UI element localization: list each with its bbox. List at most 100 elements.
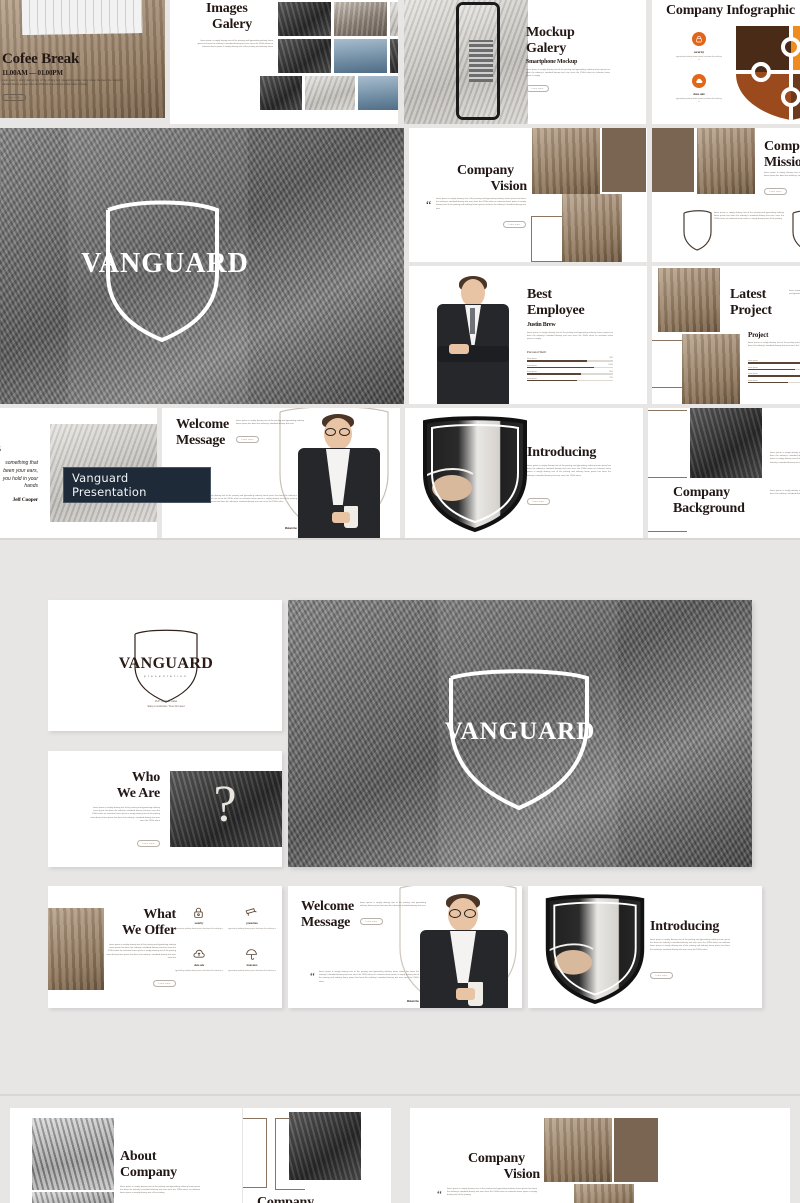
skill-track	[748, 381, 800, 384]
slide-logo[interactable]: VANGUARD presentation 16.9" (16:9) 12 sl…	[48, 600, 282, 731]
feature-1-text: typesetting industry lorem ipsum has bee…	[175, 928, 223, 930]
section-divider-2	[0, 1094, 800, 1096]
company-vision-lower-title-line1: Company	[468, 1151, 525, 1166]
company-mission-learn-more-button[interactable]: Learn more	[764, 188, 787, 195]
project-photo-1	[658, 268, 720, 332]
what-we-offer-learn-more-button[interactable]: Learn more	[153, 980, 176, 987]
skill-fill	[527, 366, 595, 369]
slide-who-we-are[interactable]: Who We Are lorem ipsum is simply dummy t…	[48, 751, 282, 867]
slide-company-infographic[interactable]: Company Infographic security typesetting…	[652, 0, 800, 124]
slide-company-mission[interactable]: Company Mission lorem ipsum is simply du…	[652, 128, 800, 262]
slide-company-vision[interactable]: Company Vision “ lorem ipsum is simply d…	[409, 128, 647, 262]
quote-line: you hold in your	[2, 475, 38, 482]
presentation-preview-page: Cofee Break 11.00AM — 01.00PM lorem ipsu…	[0, 0, 800, 1203]
welcome-title-line2: Message	[176, 433, 226, 448]
skill-row: lorem ipsum 80%	[527, 371, 613, 375]
slide-images-gallery[interactable]: Images Galery lorem ipsum is simply dumm…	[170, 0, 398, 124]
welcome-signature: Maketribe	[284, 527, 297, 530]
skill-track	[748, 362, 800, 364]
who-we-are-learn-more-button[interactable]: Learn more	[137, 840, 160, 847]
images-gallery-title-line1: Images	[206, 1, 248, 16]
slide-company-vision-lower[interactable]: Company Vision “ lorem ipsum is simply d…	[410, 1108, 790, 1203]
infographic-item-1-name: security	[693, 50, 705, 54]
slide-welcome-message-lower[interactable]: Welcome Message lorem ipsum is simply du…	[288, 886, 522, 1008]
infographic-item-2-name: data safe	[693, 92, 705, 96]
skill-row: lorem ipsum 75%	[527, 377, 613, 382]
skill-percent: 100%	[608, 364, 613, 366]
company-vision-learn-more-button[interactable]: Learn more	[503, 221, 526, 228]
best-employee-name: Justin Brew	[527, 322, 556, 328]
mission-shield-outline-2	[792, 210, 800, 248]
company-vision-lower-body: lorem ipsum is simply dummy text of the …	[447, 1188, 537, 1197]
what-we-offer-title-line1: What	[143, 907, 176, 922]
latest-project-title-line1: Latest	[730, 287, 767, 302]
slide-company-background[interactable]: Company Background lorem ipsum is simply…	[648, 408, 800, 538]
company-background-title-line2: Background	[673, 501, 745, 516]
welcome-lower-quote: lorem ipsum is simply dummy text of the …	[319, 971, 419, 983]
coffee-break-title: Cofee Break	[2, 51, 80, 67]
slide-company-background-lower[interactable]: lorem ipsum is simply dummy text of the …	[243, 1108, 391, 1203]
who-we-are-body: lorem ipsum is simply dummy text of the …	[90, 807, 160, 822]
who-we-are-title-line2: We Are	[116, 786, 160, 801]
welcome-learn-more-button[interactable]: Learn more	[236, 436, 259, 443]
infographic-item-2-text: typesetting industry lorem ipsum has bee…	[676, 98, 722, 103]
best-employee-body: lorem ipsum is simply dummy text of the …	[527, 332, 613, 341]
best-employee-skills-header: Personal Skill	[527, 350, 546, 354]
hero-main-brand: VANGUARD	[444, 718, 596, 745]
slide-hero-top[interactable]: VANGUARD	[0, 128, 404, 404]
slide-about-company[interactable]: About Company lorem ipsum is simply dumm…	[10, 1108, 242, 1203]
slide-hero-main[interactable]: VANGUARD	[288, 600, 752, 867]
cloud-icon	[692, 74, 706, 88]
latest-project-title-line2: Project	[730, 303, 772, 318]
gallery-photo-2	[334, 2, 387, 36]
introducing-lower-learn-more-button[interactable]: Learn more	[650, 972, 673, 979]
welcome-lower-learn-more-button[interactable]: Learn more	[360, 918, 383, 925]
feature-4-text: typesetting industry lorem ipsum has bee…	[228, 970, 276, 972]
skill-list: lorem ipsum85% lorem ipsum70% lorem ipsum9…	[748, 360, 800, 386]
skill-fill	[527, 373, 581, 375]
gallery-photo-3	[390, 2, 398, 36]
company-infographic-title: Company Infographic	[666, 3, 795, 18]
infographic-item-1-text: typesetting industry lorem ipsum has bee…	[676, 56, 722, 61]
keyboard-photo	[21, 0, 143, 36]
gallery-photo-5	[334, 39, 387, 73]
skill-row: lorem ipsum60%	[748, 380, 800, 384]
mission-shield-text-1: lorem ipsum is simply dummy text of the …	[714, 212, 784, 221]
background-frame-1	[243, 1118, 267, 1188]
coffee-break-learn-more-button[interactable]: Learn more	[2, 94, 26, 101]
company-vision-title-line1: Company	[457, 163, 514, 178]
slide-coffee-break[interactable]: Cofee Break 11.00AM — 01.00PM lorem ipsu…	[0, 0, 165, 118]
slide-introducing[interactable]: Introducing lorem ipsum is simply dummy …	[405, 408, 643, 538]
quote-mark-icon: “	[310, 971, 315, 983]
hover-tooltip: Vanguard Presentation	[63, 467, 211, 503]
slide-introducing-lower[interactable]: Introducing lorem ipsum is simply dummy …	[528, 886, 762, 1008]
skill-percent: 75%	[609, 377, 613, 380]
offer-photo-desk	[48, 908, 104, 990]
introducing-learn-more-button[interactable]: Learn more	[527, 498, 550, 505]
section-divider	[0, 538, 800, 540]
about-company-title-line2: Company	[120, 1165, 177, 1180]
logo-sub: presentation	[143, 674, 189, 678]
company-mission-title-line1: Company	[764, 139, 800, 154]
slide-latest-project[interactable]: Latest Project lorem ipsum is simply dum…	[652, 266, 800, 404]
logo-brand: VANGUARD	[118, 655, 214, 672]
mockup-learn-more-button[interactable]: Learn more	[526, 85, 549, 92]
vision-photo-desk	[562, 194, 622, 262]
slide-mockup-gallery[interactable]: Mockup Galery Smartphone Mockup lorem ip…	[404, 0, 646, 124]
slide-best-employee[interactable]: Best Employee Justin Brew lorem ipsum is…	[409, 266, 647, 404]
coffee-break-time: 11.00AM — 01.00PM	[2, 69, 63, 77]
mockup-body: lorem ipsum is simply dummy text of the …	[526, 69, 610, 78]
feature-3-text: typesetting industry lorem ipsum has bee…	[175, 970, 223, 972]
gallery-photo-6	[390, 39, 398, 73]
logo-footer-line2: Easy to customize / Free font used	[147, 705, 185, 708]
slide-what-we-offer[interactable]: What We Offer lorem ipsum is simply dumm…	[48, 886, 282, 1008]
skill-fill	[748, 381, 789, 384]
company-vision-title-line2: Vision	[490, 179, 528, 194]
skill-list: lorem ipsum 90% lorem ipsum 100% lorem ipsum…	[527, 357, 613, 384]
background-photo-meeting	[690, 408, 762, 478]
skill-row: lorem ipsum70%	[748, 367, 800, 371]
welcome-lower-title-line2: Message	[301, 915, 351, 930]
best-employee-title-line1: Best	[527, 287, 552, 302]
vision-brown-block	[602, 128, 646, 192]
who-we-are-title-line1: Who	[131, 770, 160, 785]
